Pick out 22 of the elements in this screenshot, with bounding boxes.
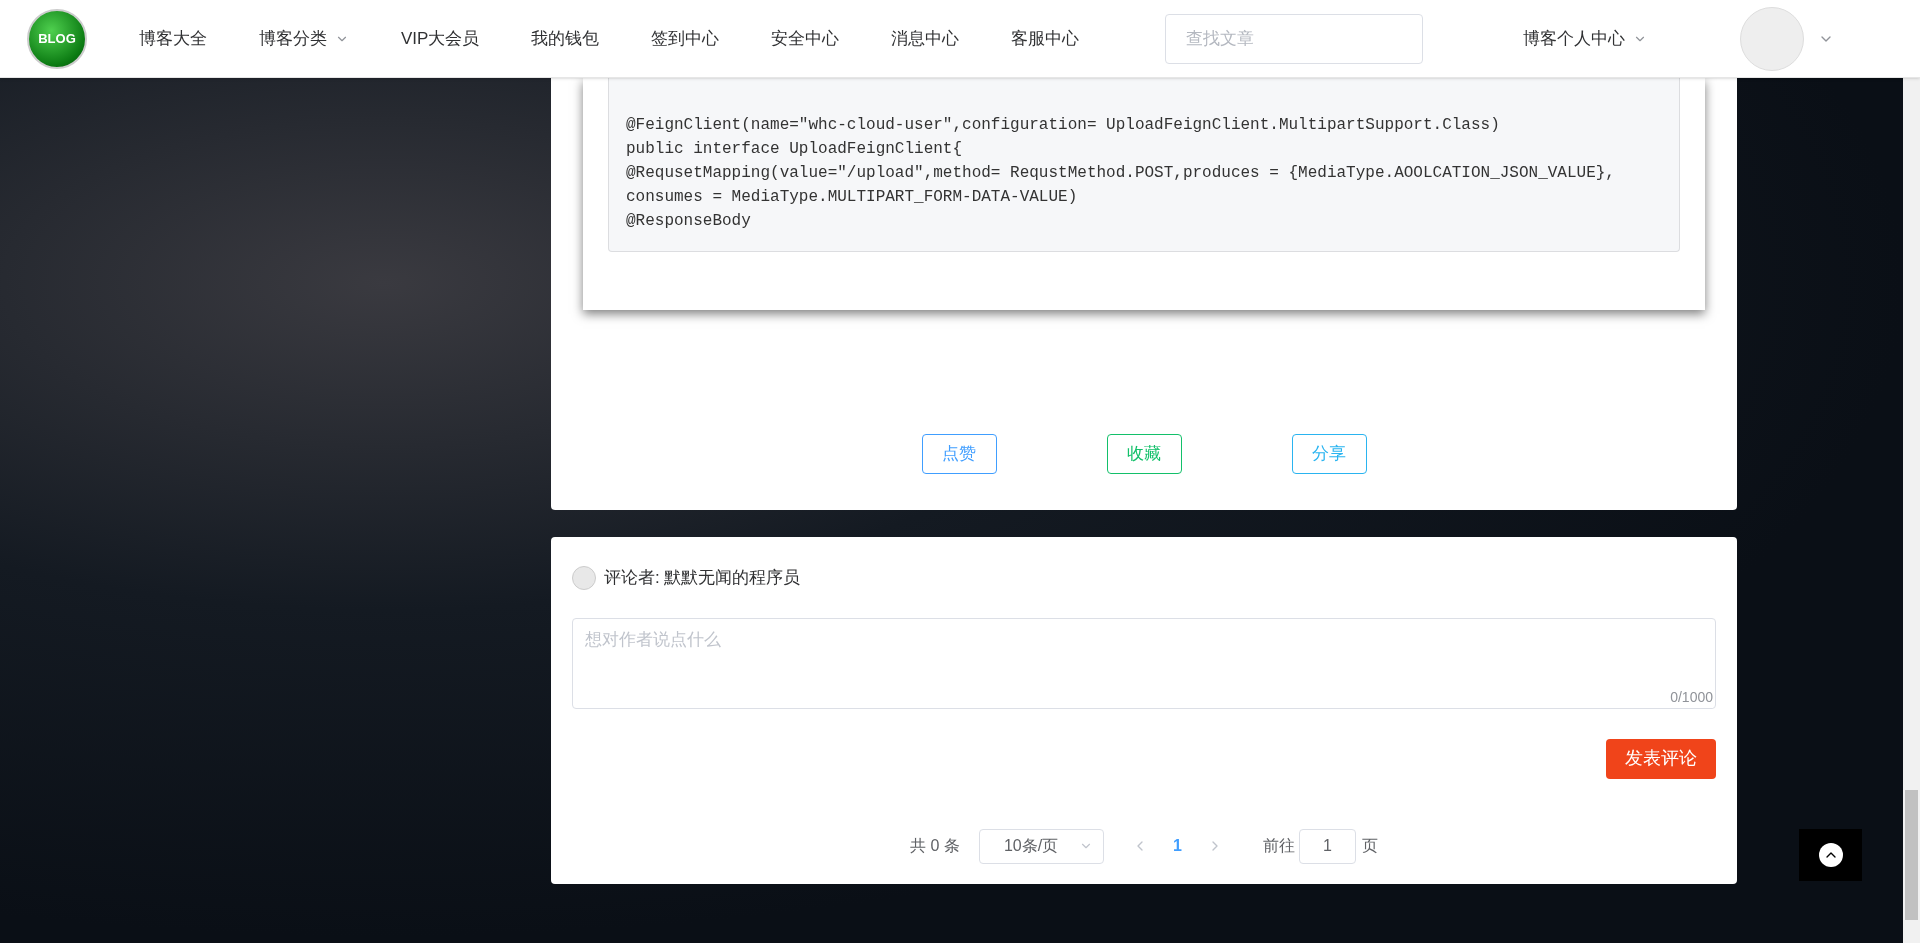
nav-link[interactable]: 安全中心 — [745, 0, 866, 78]
nav-link[interactable]: 签到中心 — [625, 0, 746, 78]
nav-link[interactable]: 博客分类 — [233, 0, 375, 78]
commenter-avatar — [572, 565, 596, 590]
commenter-name: 评论者: 默默无闻的程序员 — [604, 567, 801, 589]
chevron-up-icon — [1818, 843, 1843, 867]
back-to-top-button[interactable] — [1799, 829, 1862, 881]
page-size-select[interactable]: 10条/页 — [978, 828, 1104, 864]
nav-link[interactable]: VIP大会员 — [375, 0, 506, 78]
total-count: 共 0 条 — [910, 836, 960, 856]
nav-link[interactable]: 客服中心 — [985, 0, 1106, 78]
goto-page-field[interactable]: 1 — [1298, 828, 1356, 864]
scrollbar-drawing[interactable] — [1903, 78, 1920, 943]
user-center-menu[interactable]: 博客个人中心 — [1523, 25, 1648, 52]
nav-link[interactable]: 消息中心 — [865, 0, 986, 78]
submit-comment-button[interactable]: 发表评论 — [1606, 738, 1716, 779]
nav-link[interactable]: 我的钱包 — [505, 0, 626, 78]
goto-label: 前往 — [1262, 836, 1295, 856]
page-suffix: 页 — [1361, 836, 1378, 856]
search-field[interactable]: 查找文章 — [1165, 13, 1424, 64]
nav-link[interactable]: 博客大全 — [113, 0, 233, 78]
code-block: @FeignClient(name="whc-cloud-user",configuration= UploadFeignClient.MultipartSupport.Class) public interface UploadFeignClient{ @RequsetMapping(value="/upload",method= RequstMethod.POST,produces = {MediaType.AOOLCATION_JSON_VALUE}, consumes = MediaType.MULTIPART_FORM-DATA-VALUE) @ResponseBody — [608, 78, 1680, 252]
